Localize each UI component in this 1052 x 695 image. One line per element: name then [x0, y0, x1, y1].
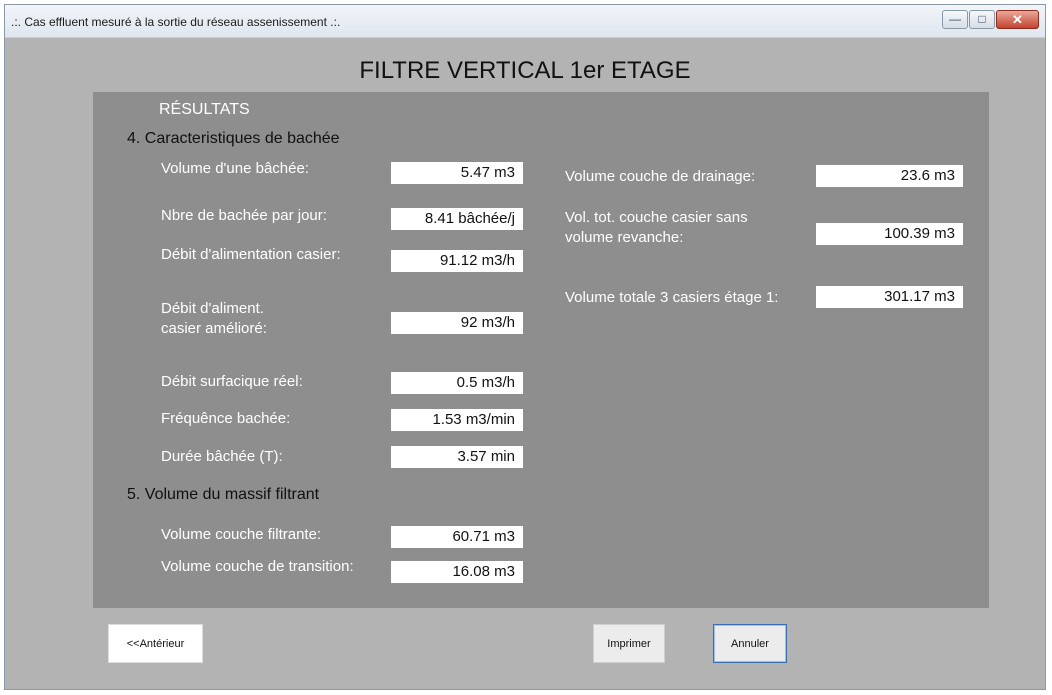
field-value-debit-surfacique: 0.5 m3/h — [391, 372, 523, 394]
field-value-couche-transition: 16.08 m3 — [391, 561, 523, 583]
section-5-title: 5. Volume du massif filtrant — [127, 486, 320, 503]
field-value-volume-bachee: 5.47 m3 — [391, 162, 523, 184]
field-label-volume-totale: Volume totale 3 casiers étage 1: — [565, 289, 779, 306]
field-value-duree-bachee: 3.57 min — [391, 446, 523, 468]
maximize-icon: □ — [978, 12, 986, 26]
previous-button[interactable]: <<Antérieur — [108, 624, 203, 663]
field-value-debit-ameliore: 92 m3/h — [391, 312, 523, 334]
field-label-nbre-bachee: Nbre de bachée par jour: — [161, 207, 327, 224]
field-label-debit-alimentation: Débit d'alimentation casier: — [161, 246, 341, 263]
field-value-couche-filtrante: 60.71 m3 — [391, 526, 523, 548]
field-value-debit-alimentation: 91.12 m3/h — [391, 250, 523, 272]
field-label-couche-drainage: Volume couche de drainage: — [565, 168, 756, 185]
page-title: FILTRE VERTICAL 1er ETAGE — [359, 57, 691, 84]
field-label-couche-filtrante: Volume couche filtrante: — [161, 526, 322, 543]
field-value-vol-tot: 100.39 m3 — [816, 223, 963, 245]
field-label-couche-transition: Volume couche de transition: — [161, 558, 354, 575]
window-title: .:. Cas effluent mesuré à la sortie du r… — [11, 15, 341, 29]
app-window: .:. Cas effluent mesuré à la sortie du r… — [4, 4, 1046, 690]
field-value-volume-totale: 301.17 m3 — [816, 286, 963, 308]
minimize-button[interactable]: — — [942, 10, 968, 29]
close-icon: ✕ — [1012, 12, 1023, 27]
field-label-vol-tot-2: volume revanche: — [565, 229, 684, 246]
field-label-volume-bachee: Volume d'une bâchée: — [161, 160, 309, 177]
field-label-vol-tot-1: Vol. tot. couche casier sans — [565, 209, 748, 226]
section-4-title: 4. Caracteristiques de bachée — [127, 130, 340, 147]
results-title: RÉSULTATS — [159, 101, 250, 118]
field-value-nbre-bachee: 8.41 bâchée/j — [391, 208, 523, 230]
minimize-icon: — — [949, 12, 961, 26]
field-label-debit-ameliore-1: Débit d'aliment. — [161, 300, 264, 317]
field-label-frequence-bachee: Fréquênce bachée: — [161, 410, 291, 427]
print-button[interactable]: Imprimer — [593, 624, 665, 663]
field-value-frequence-bachee: 1.53 m3/min — [391, 409, 523, 431]
field-value-couche-drainage: 23.6 m3 — [816, 165, 963, 187]
close-button[interactable]: ✕ — [996, 10, 1039, 29]
field-label-debit-ameliore-2: casier amélioré: — [161, 320, 267, 337]
cancel-button[interactable]: Annuler — [713, 624, 787, 663]
maximize-button[interactable]: □ — [969, 10, 995, 29]
field-label-duree-bachee: Durée bâchée (T): — [161, 448, 283, 465]
field-label-debit-surfacique: Débit surfacique réel: — [161, 373, 303, 390]
results-panel: RÉSULTATS 4. Caracteristiques de bachée … — [93, 92, 989, 608]
title-bar[interactable]: .:. Cas effluent mesuré à la sortie du r… — [5, 5, 1045, 38]
